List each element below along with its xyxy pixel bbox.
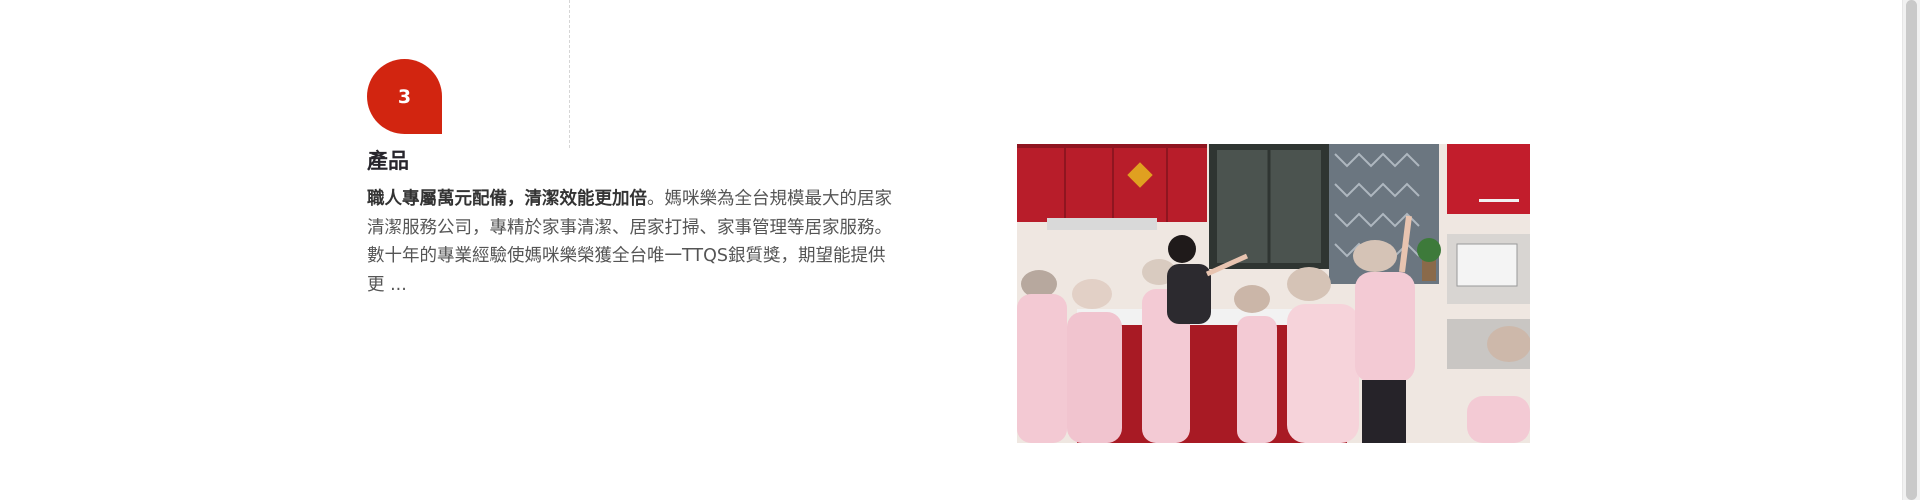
kitchen-training-illustration bbox=[1017, 144, 1530, 443]
feature-description: 職人專屬萬元配備，清潔效能更加倍。媽咪樂為全台規模最大的居家清潔服務公司，專精於… bbox=[367, 185, 947, 299]
page-scrollbar[interactable] bbox=[1902, 0, 1920, 500]
description-line-3: 數十年的專業經驗使媽咪樂榮獲全台唯一TTQS銀質獎，期望能提供 bbox=[367, 246, 886, 266]
description-highlight: 職人專屬萬元配備，清潔效能更加倍 bbox=[367, 189, 647, 209]
step-number-badge: 3 bbox=[367, 59, 442, 134]
timeline-dashed-line bbox=[569, 0, 570, 148]
feature-photo bbox=[1017, 144, 1530, 443]
feature-title: 產品 bbox=[367, 149, 409, 173]
step-number: 3 bbox=[397, 85, 412, 108]
scrollbar-thumb[interactable] bbox=[1906, 0, 1917, 500]
description-line-4: 更 ... bbox=[367, 274, 407, 295]
description-line-2: 清潔服務公司，專精於家事清潔、居家打掃、家事管理等居家服務。 bbox=[367, 217, 892, 238]
description-line-1: 。媽咪樂為全台規模最大的居家 bbox=[647, 189, 892, 209]
